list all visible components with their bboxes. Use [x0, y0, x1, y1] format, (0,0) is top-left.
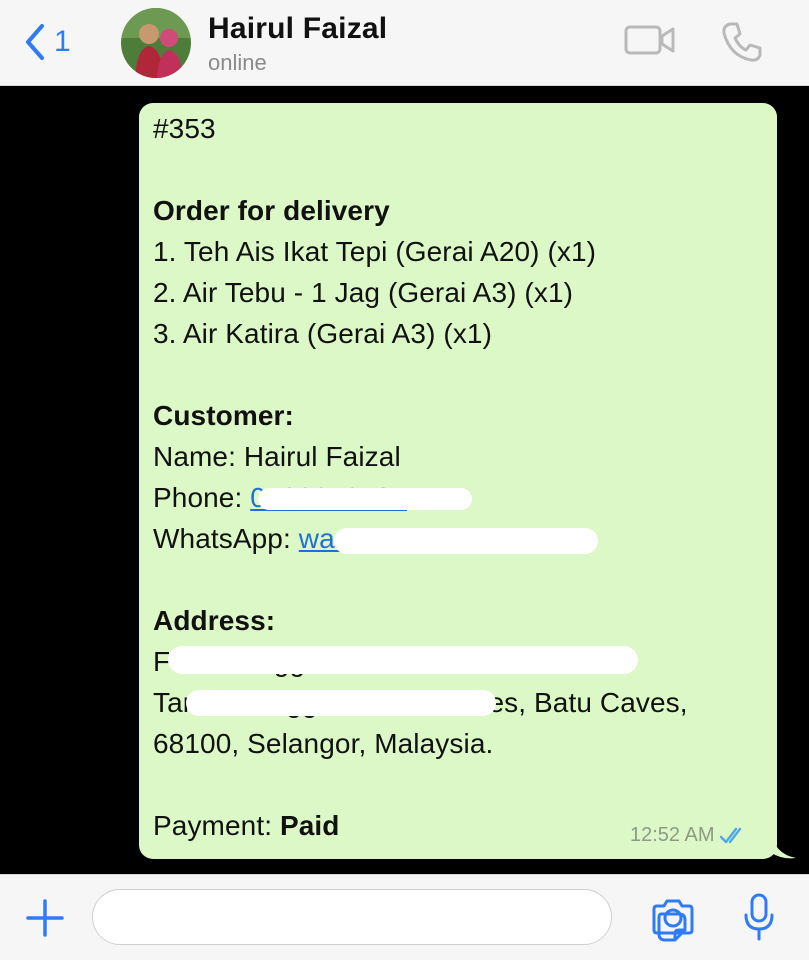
avatar[interactable] — [121, 8, 191, 78]
contact-status: online — [208, 50, 267, 75]
order-heading: Order for delivery — [153, 195, 390, 226]
name-label: Name: — [153, 441, 236, 472]
plus-icon[interactable] — [24, 897, 66, 939]
payment-status: Paid — [279, 810, 340, 841]
contact-info[interactable]: Hairul Faizal online — [208, 12, 387, 76]
redaction-mark — [258, 488, 472, 510]
address-heading: Address: — [153, 605, 276, 636]
payment-label: Payment: — [153, 810, 273, 841]
customer-heading: Customer: — [153, 400, 294, 431]
order-id: #353 — [153, 113, 216, 144]
chat-header: 1 Hairul Faizal online — [0, 0, 809, 86]
phone-label: Phone: — [153, 482, 243, 513]
order-item: 3. Air Katira (Gerai A3) (x1) — [153, 318, 493, 349]
redaction-mark — [334, 528, 598, 554]
order-item: 2. Air Tebu - 1 Jag (Gerai A3) (x1) — [153, 277, 574, 308]
redaction-mark — [168, 646, 638, 674]
customer-name-row: Name: Hairul Faizal — [153, 436, 773, 477]
unread-count: 1 — [54, 25, 71, 58]
message-meta: 12:52 AM — [630, 824, 749, 847]
composer-bar — [0, 874, 809, 960]
back-button[interactable]: 1 — [22, 22, 71, 62]
microphone-icon[interactable] — [742, 893, 776, 941]
name-value: Hairul Faizal — [243, 441, 401, 472]
video-call-icon[interactable] — [624, 20, 676, 60]
message-time: 12:52 AM — [630, 824, 715, 846]
whatsapp-label: WhatsApp: — [153, 523, 291, 554]
contact-name: Hairul Faizal — [208, 12, 388, 45]
redaction-mark — [186, 690, 496, 716]
bubble-tail — [770, 830, 796, 859]
message-input[interactable] — [92, 889, 687, 945]
read-ticks-icon — [719, 827, 741, 843]
chevron-left-icon — [26, 24, 44, 60]
camera-icon[interactable] — [650, 897, 696, 937]
phone-call-icon[interactable] — [720, 20, 764, 64]
order-item: 1. Teh Ais Ikat Tepi (Gerai A20) (x1) — [153, 236, 597, 267]
address-line: 68100, Selangor, Malaysia. — [153, 728, 494, 759]
message-text: #353 Order for delivery 1. Teh Ais Ikat … — [153, 108, 773, 846]
